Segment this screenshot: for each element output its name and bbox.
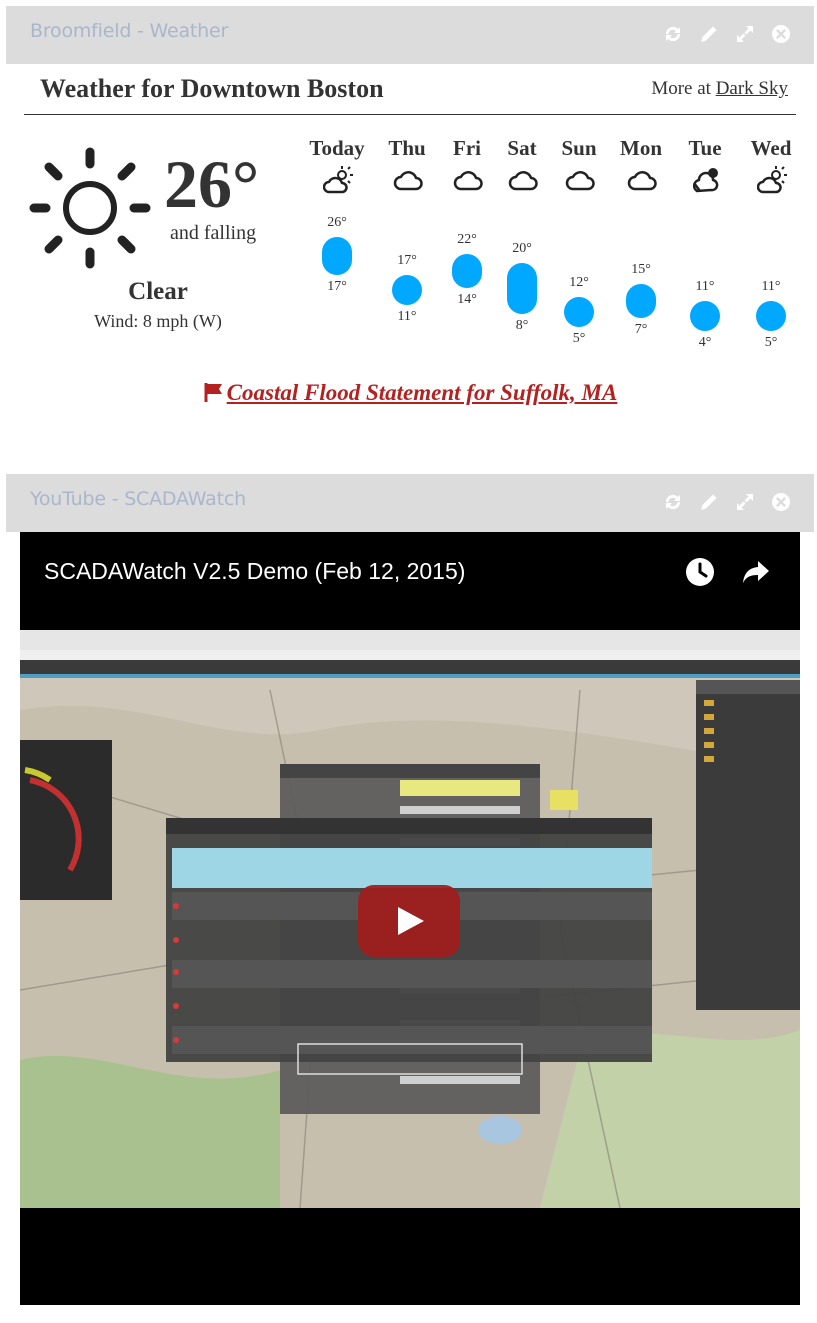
current-temperature: 26° [164, 146, 260, 222]
day-name: Tue [688, 136, 722, 160]
share-icon[interactable] [740, 556, 772, 588]
temperature-trend: and falling [170, 222, 257, 244]
refresh-icon[interactable] [662, 23, 684, 45]
day-name: Today [309, 136, 365, 160]
sun-icon [29, 147, 151, 269]
expand-icon[interactable] [734, 23, 756, 45]
video-thumbnail[interactable] [20, 630, 800, 1208]
dark-sky-link[interactable]: Dark Sky [716, 78, 788, 99]
weather-alert: Coastal Flood Statement for Suffolk, MA [6, 380, 814, 406]
temperature-range-bar [507, 262, 537, 314]
day-low-temp: 7° [634, 321, 648, 337]
temperature-range-bar [756, 300, 786, 331]
day-name: Sun [561, 136, 597, 160]
alert-text: Coastal Flood Statement for Suffolk, MA [226, 380, 618, 405]
youtube-widget-header[interactable]: YouTube - SCADAWatch [6, 474, 814, 532]
wind-info: Wind: 8 mph (W) [94, 311, 222, 331]
cloud-icon [393, 165, 423, 195]
day-low-temp: 8° [515, 317, 529, 333]
day-name: Sat [507, 136, 537, 160]
temperature-range-bar [626, 283, 656, 318]
more-at-label: More at [651, 78, 711, 99]
day-high-temp: 22° [457, 232, 477, 247]
day-high-temp: 15° [631, 261, 651, 277]
day-low-temp: 17° [327, 279, 347, 295]
temperature-range-bar [322, 237, 352, 276]
temperature-range-bar [392, 275, 422, 306]
pencil-icon[interactable] [698, 23, 720, 45]
weather-body: Weather for Downtown Boston More at Dark… [6, 64, 814, 442]
temperature-range-bar [452, 254, 482, 288]
day-low-temp: 4° [698, 334, 712, 350]
pencil-icon[interactable] [698, 491, 720, 513]
youtube-widget: YouTube - SCADAWatch SCADAWatch V2.5 Dem… [6, 474, 814, 1317]
close-icon[interactable] [770, 491, 792, 513]
cloud-icon [565, 165, 595, 195]
weather-widget: Broomfield - Weather Weather for Downtow… [6, 6, 814, 442]
video-title[interactable]: SCADAWatch V2.5 Demo (Feb 12, 2015) [44, 558, 465, 585]
day-low-temp: 11° [397, 309, 417, 325]
close-icon[interactable] [770, 23, 792, 45]
clock-icon[interactable] [684, 556, 716, 588]
alert-link[interactable]: Coastal Flood Statement for Suffolk, MA [203, 380, 618, 405]
temperature-range-bar [564, 296, 594, 327]
day-low-temp: 14° [457, 292, 477, 307]
weather-heading: Weather for Downtown Boston [40, 74, 384, 103]
partly-cloudy-icon [756, 165, 787, 195]
day-high-temp: 26° [327, 215, 347, 230]
day-low-temp: 5° [572, 330, 586, 346]
temperature-range-bar [690, 300, 720, 331]
widget-toolbar [662, 491, 792, 513]
weather-summary: Clear [128, 278, 188, 305]
heading-divider [24, 114, 796, 115]
more-at: More at Dark Sky [651, 78, 788, 100]
day-high-temp: 11° [761, 278, 781, 294]
wind-cloud-icon [691, 165, 721, 195]
partly-cloudy-icon [322, 165, 353, 195]
video-top-controls [684, 556, 772, 588]
video-player[interactable]: SCADAWatch V2.5 Demo (Feb 12, 2015) [20, 532, 800, 1305]
day-name: Fri [453, 136, 481, 160]
refresh-icon[interactable] [662, 491, 684, 513]
day-low-temp: 5° [764, 334, 778, 350]
day-high-temp: 11° [695, 278, 715, 294]
day-name: Wed [750, 136, 792, 160]
cloud-icon [627, 165, 657, 195]
expand-icon[interactable] [734, 491, 756, 513]
cloud-icon [508, 165, 538, 195]
day-high-temp: 17° [397, 253, 417, 269]
weather-widget-header[interactable]: Broomfield - Weather [6, 6, 814, 64]
day-name: Mon [620, 136, 662, 160]
day-name: Thu [388, 136, 426, 160]
day-high-temp: 12° [569, 274, 589, 290]
flag-icon [204, 383, 222, 402]
widget-title: Broomfield - Weather [30, 20, 229, 42]
cloud-icon [453, 165, 483, 195]
play-button[interactable] [358, 885, 460, 957]
day-high-temp: 20° [512, 240, 532, 256]
widget-title: YouTube - SCADAWatch [30, 488, 246, 510]
widget-toolbar [662, 23, 792, 45]
